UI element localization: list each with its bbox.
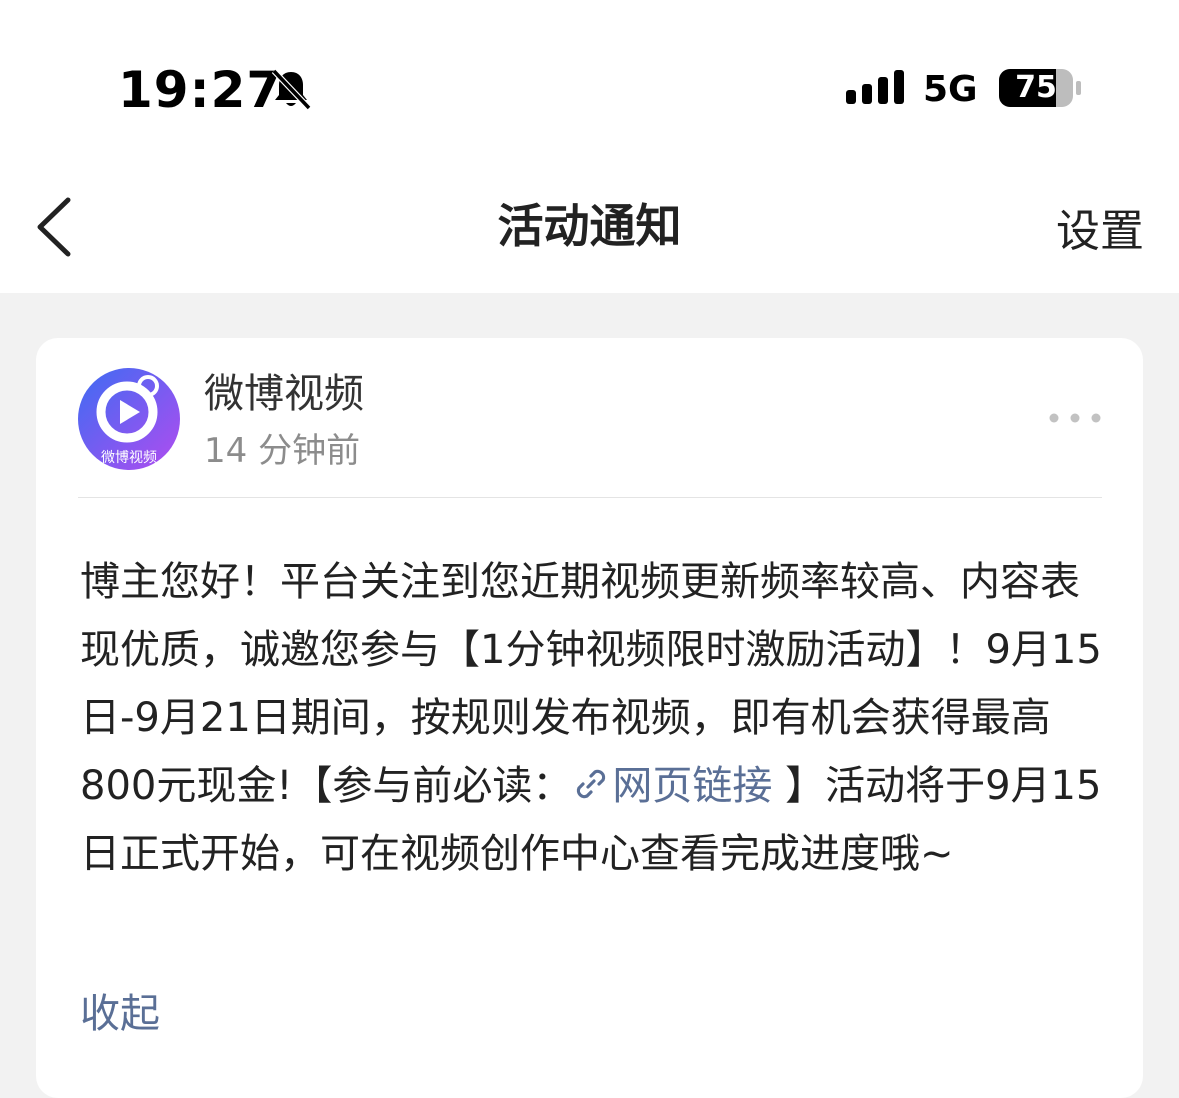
bell-muted-icon xyxy=(271,68,312,111)
page-title: 活动通知 xyxy=(497,199,682,253)
avatar[interactable]: 微博视频 xyxy=(78,368,180,470)
sender-name[interactable]: 微博视频 xyxy=(204,370,364,418)
battery-level: 75 xyxy=(1015,70,1057,105)
avatar-label: 微博视频 xyxy=(101,449,157,466)
link-icon xyxy=(577,769,606,799)
collapse-button[interactable]: 收起 xyxy=(80,990,160,1038)
settings-button[interactable]: 设置 xyxy=(1040,206,1160,258)
more-options-icon[interactable] xyxy=(1046,408,1106,428)
timestamp: 14 分钟前 xyxy=(204,431,361,471)
divider xyxy=(78,497,1102,498)
message-body: 博主您好！平台关注到您近期视频更新频率较高、内容表现优质，诚邀您参与【1分钟视频… xyxy=(80,548,1102,888)
web-link[interactable]: 网页链接 xyxy=(572,763,772,809)
network-type: 5G xyxy=(923,69,978,110)
web-link-label: 网页链接 xyxy=(612,763,773,809)
status-time: 19:27 xyxy=(118,61,283,119)
cellular-signal-icon xyxy=(846,70,904,104)
